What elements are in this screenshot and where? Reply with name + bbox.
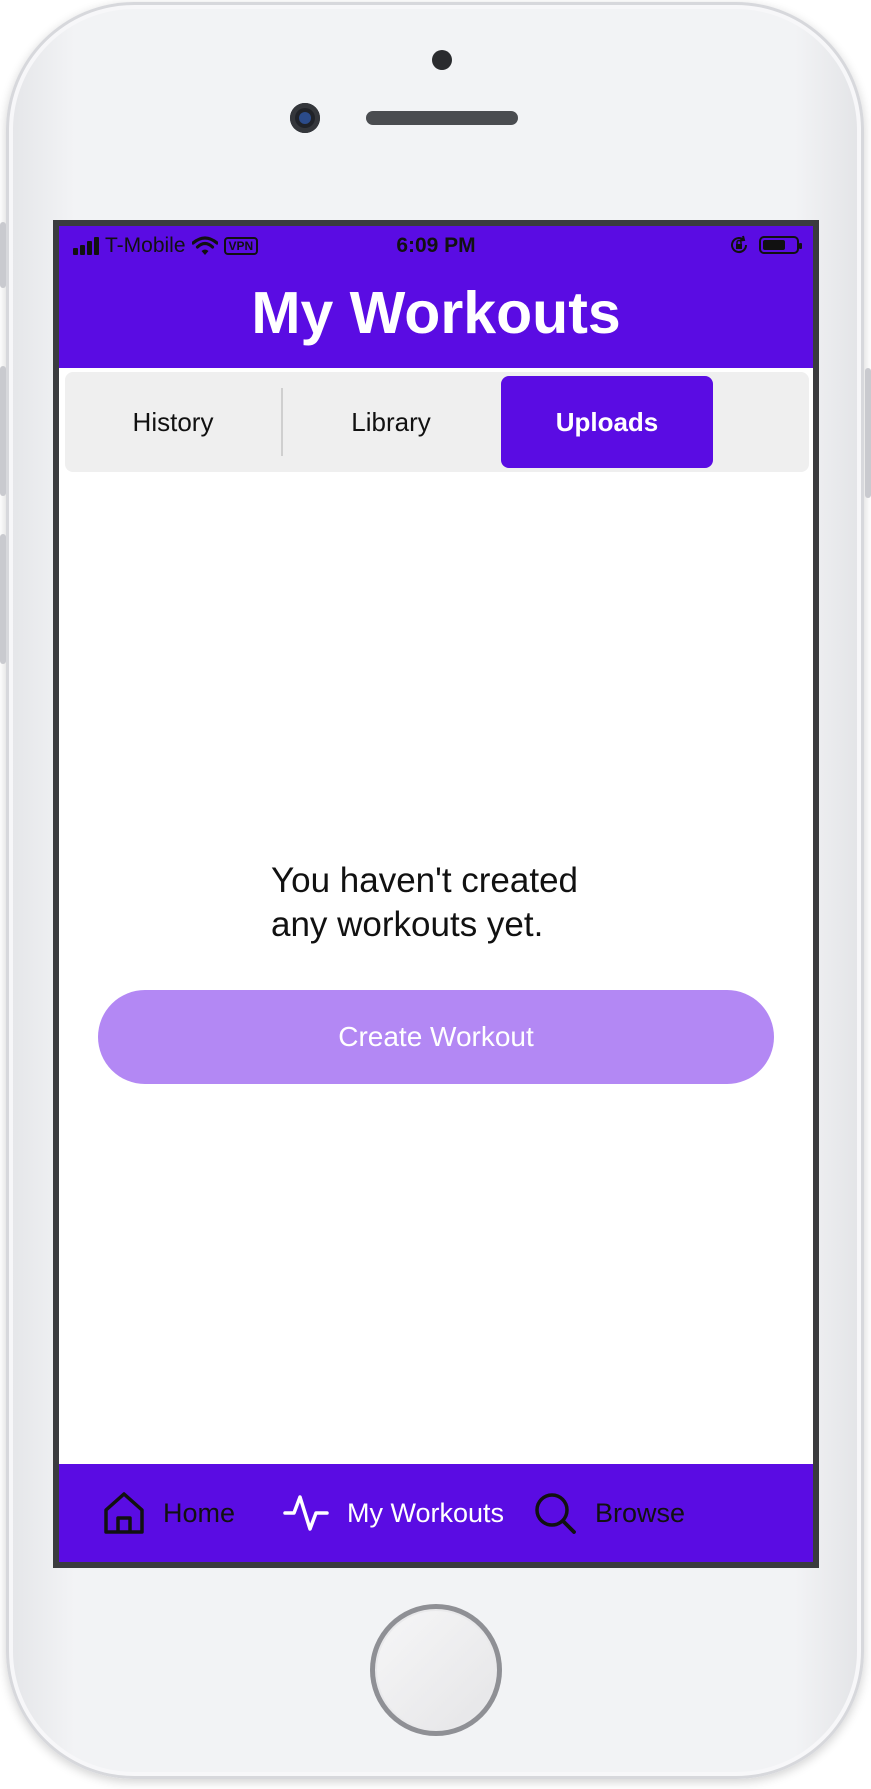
nav-home[interactable]: Home <box>103 1464 235 1562</box>
earpiece-speaker <box>366 111 518 125</box>
nav-home-label: Home <box>163 1498 236 1528</box>
nav-browse-label: Browse <box>595 1498 686 1528</box>
activity-icon <box>283 1495 329 1531</box>
home-button[interactable] <box>370 1604 502 1736</box>
page-title: My Workouts <box>251 280 621 346</box>
front-camera <box>290 103 320 133</box>
app-header: T-Mobile VPN 6:09 PM My Workouts <box>59 226 813 368</box>
search-icon <box>535 1493 576 1534</box>
create-workout-button[interactable]: Create Workout <box>98 990 774 1084</box>
mute-switch <box>0 222 6 288</box>
empty-state-line-2: any workouts yet. <box>271 905 544 944</box>
tab-history[interactable]: History <box>65 376 281 468</box>
empty-state-line-1: You haven't created <box>271 861 579 900</box>
nav-my-workouts[interactable]: My Workouts <box>283 1464 504 1562</box>
status-right <box>729 235 802 255</box>
tab-library[interactable]: Library <box>283 376 499 468</box>
volume-up-button <box>0 366 6 496</box>
nav-browse[interactable]: Browse <box>533 1464 685 1562</box>
power-button <box>865 368 871 498</box>
status-time: 6:09 PM <box>396 234 476 257</box>
nav-my-workouts-label: My Workouts <box>347 1498 505 1528</box>
screen-bezel: T-Mobile VPN 6:09 PM My Workouts History… <box>53 220 819 1568</box>
segmented-tabs: History Library Uploads <box>65 372 809 472</box>
battery-icon <box>759 236 802 254</box>
status-bar: T-Mobile VPN 6:09 PM <box>59 226 813 266</box>
volume-down-button <box>0 534 6 664</box>
bottom-tab-bar: Home My Workouts Browse <box>59 1464 813 1562</box>
empty-state-message: You haven't created any workouts yet. <box>271 859 578 947</box>
app-screen: T-Mobile VPN 6:09 PM My Workouts History… <box>59 226 813 1562</box>
home-icon <box>104 1492 144 1534</box>
orientation-lock-icon <box>731 235 748 254</box>
proximity-sensor <box>432 50 452 70</box>
tab-uploads[interactable]: Uploads <box>501 376 713 468</box>
